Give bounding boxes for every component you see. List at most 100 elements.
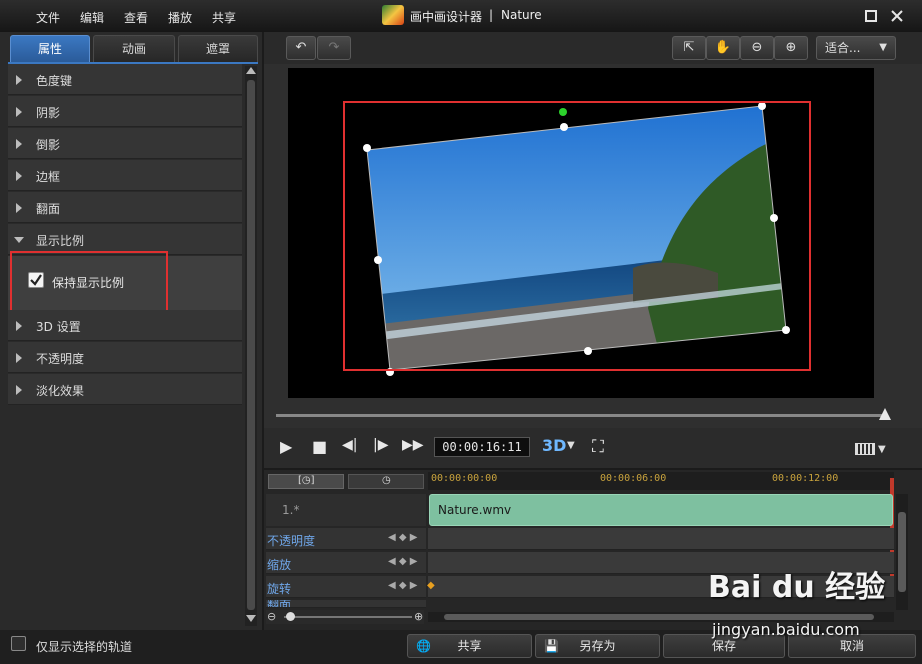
menu-file[interactable]: 文件 (36, 9, 60, 26)
ruler-tick-label: 00:00:06:00 (600, 473, 667, 484)
track-label-rotate[interactable]: 旋转 (267, 580, 291, 597)
select-tool-button[interactable]: ⇱ (672, 36, 706, 60)
pan-tool-button[interactable]: ✋ (706, 36, 740, 60)
timeline-zoom-out-icon[interactable]: ⊖ (267, 610, 276, 623)
prop-row-flip[interactable]: 翻面 (8, 192, 242, 223)
keyframe-track-row[interactable] (428, 528, 894, 550)
ruler-tick-label: 00:00:00:00 (431, 473, 498, 484)
expand-arrow-icon (16, 107, 22, 117)
undo-button[interactable]: ↶ (286, 36, 316, 60)
dropdown-arrow-icon: ▼ (879, 42, 887, 53)
zoom-in-button[interactable]: ⊕ (774, 36, 808, 60)
prop-row-border[interactable]: 边框 (8, 160, 242, 191)
only-selected-checkbox[interactable] (11, 636, 26, 651)
fullscreen-icon[interactable]: ⛶ (592, 437, 604, 457)
app-logo-icon (382, 5, 404, 25)
highlight-box (10, 251, 168, 315)
share-button[interactable]: 🌐 共享 (407, 634, 532, 658)
keyframe-nav-icon[interactable]: ◀ ◆ ▶ (388, 556, 417, 567)
share-label: 共享 (457, 639, 482, 653)
keyframe-marker-icon[interactable]: ◆ (427, 580, 435, 591)
prop-row-opacity[interactable]: 不透明度 (8, 342, 242, 373)
tab-properties[interactable]: 属性 (10, 35, 90, 63)
collapse-arrow-icon (14, 237, 24, 243)
expand-arrow-icon (16, 321, 22, 331)
redo-button[interactable]: ↷ (317, 36, 351, 60)
prop-label: 不透明度 (36, 352, 85, 366)
menu-edit[interactable]: 编辑 (80, 9, 104, 26)
expand-arrow-icon (16, 171, 22, 181)
save-as-button[interactable]: 💾 另存为 (535, 634, 660, 658)
clock-icon: [◷] (298, 475, 315, 486)
scroll-down-icon[interactable] (246, 615, 256, 622)
tab-mask[interactable]: 遮罩 (178, 35, 258, 63)
save-as-label: 另存为 (579, 639, 616, 653)
undo-icon: ↶ (295, 40, 307, 55)
prop-label: 翻面 (36, 202, 61, 216)
maximize-icon[interactable] (864, 9, 878, 23)
seek-thumb[interactable] (879, 408, 891, 420)
window-title: 画中画设计器 (410, 10, 483, 24)
prop-label: 边框 (36, 170, 61, 184)
expand-arrow-icon (16, 385, 22, 395)
expand-arrow-icon (16, 75, 22, 85)
scrollbar-thumb[interactable] (247, 80, 255, 610)
3d-dropdown-icon[interactable]: ▼ (567, 440, 575, 451)
track-name: 1.* (282, 503, 300, 517)
track-label-scale[interactable]: 缩放 (267, 556, 291, 573)
track-label-flip[interactable]: 翻面 (267, 600, 291, 607)
prop-label: 淡化效果 (36, 384, 85, 398)
tab-animation[interactable]: 动画 (93, 35, 175, 63)
prop-row-chroma-key[interactable]: 色度键 (8, 64, 242, 95)
title-separator: | (489, 8, 494, 22)
next-frame-icon[interactable]: |▶ (373, 437, 388, 453)
keyframe-nav-icon[interactable]: ◀ ◆ ▶ (388, 580, 417, 591)
seek-bar[interactable] (276, 414, 888, 417)
menu-play[interactable]: 播放 (168, 9, 192, 26)
zoom-in-icon: ⊕ (785, 40, 797, 55)
track-label-opacity[interactable]: 不透明度 (267, 532, 315, 549)
zoom-fit-label: 适合... (825, 41, 861, 55)
watermark-url: jingyan.baidu.com (712, 620, 860, 639)
fast-forward-icon[interactable]: ▶▶ (402, 437, 424, 453)
previous-frame-icon[interactable]: ◀| (342, 437, 357, 453)
prop-label: 倒影 (36, 138, 61, 152)
close-icon[interactable] (890, 9, 904, 23)
prop-row-fade[interactable]: 淡化效果 (8, 374, 242, 405)
video-clip[interactable]: Nature.wmv (429, 494, 893, 526)
cursor-move-icon: ⇱ (683, 40, 695, 55)
timeline-zoom-in-icon[interactable]: ⊕ (414, 610, 423, 623)
prop-label: 显示比例 (36, 234, 85, 248)
prop-label: 3D 设置 (36, 320, 81, 334)
display-mode-icon[interactable] (855, 443, 875, 455)
clip-name: Nature.wmv (438, 503, 512, 517)
menu-view[interactable]: 查看 (124, 9, 148, 26)
zoom-out-icon: ⊖ (751, 40, 763, 55)
prop-label: 阴影 (36, 106, 61, 120)
display-mode-dropdown-icon[interactable]: ▼ (878, 444, 886, 455)
timecode-display[interactable]: 00:00:16:11 (434, 437, 530, 457)
timeline-zoom-slider[interactable] (284, 616, 412, 618)
only-selected-label[interactable]: 仅显示选择的轨道 (36, 638, 132, 655)
prop-row-shadow[interactable]: 阴影 (8, 96, 242, 127)
window-file-name: Nature (501, 8, 542, 22)
redo-icon: ↷ (328, 40, 340, 55)
play-icon[interactable]: ▶ (280, 437, 292, 456)
scroll-up-icon[interactable] (246, 67, 256, 74)
zoom-fit-dropdown[interactable]: 适合... ▼ (816, 36, 896, 60)
3d-mode-button[interactable]: 3D (542, 436, 566, 455)
clock-icon: ◷ (382, 475, 391, 486)
ruler-tick-label: 00:00:12:00 (772, 473, 839, 484)
expand-arrow-icon (16, 139, 22, 149)
stop-icon[interactable]: ■ (312, 437, 327, 456)
keyframe-nav-icon[interactable]: ◀ ◆ ▶ (388, 532, 417, 543)
expand-arrow-icon (16, 353, 22, 363)
scrollbar-thumb[interactable] (898, 512, 906, 592)
prop-row-reflection[interactable]: 倒影 (8, 128, 242, 159)
prop-row-3d-settings[interactable]: 3D 设置 (8, 310, 242, 341)
timeline-zoom-thumb[interactable] (286, 612, 295, 621)
highlight-box (343, 101, 811, 371)
keyframe-track-header: 翻面 (266, 600, 426, 608)
zoom-out-button[interactable]: ⊖ (740, 36, 774, 60)
menu-share[interactable]: 共享 (212, 9, 236, 26)
